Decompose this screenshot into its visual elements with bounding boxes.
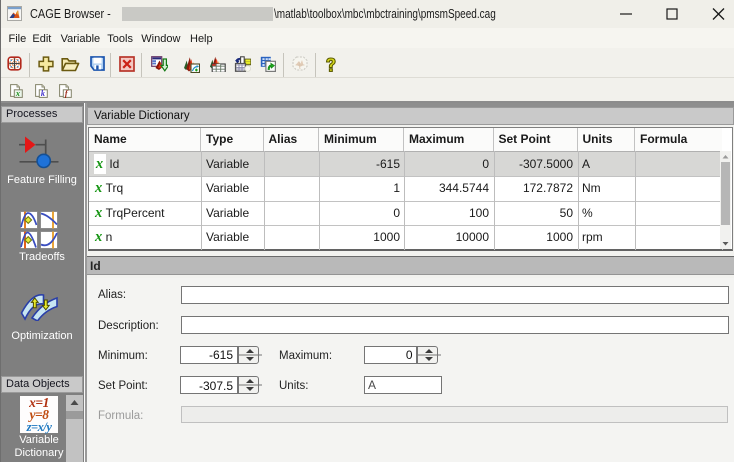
- svg-text:x: x: [14, 89, 19, 98]
